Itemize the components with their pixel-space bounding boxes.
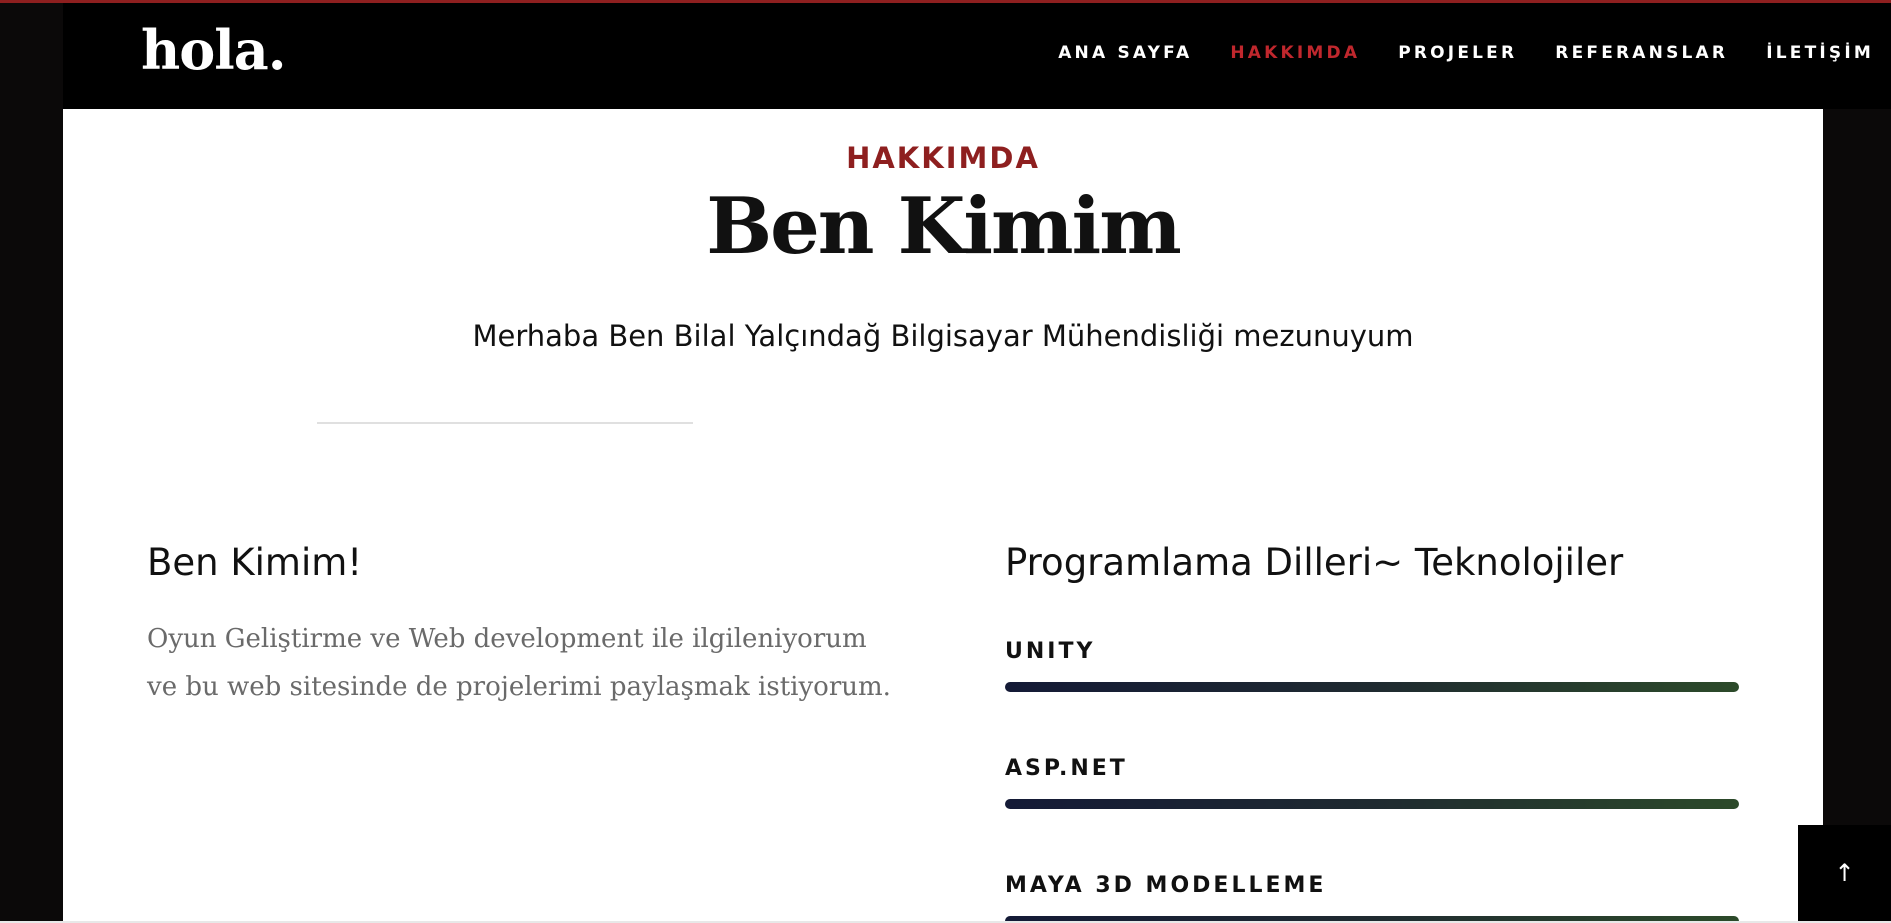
skill-bar-aspnet (1005, 799, 1739, 809)
section-subtitle: Merhaba Ben Bilal Yalçındağ Bilgisayar M… (472, 319, 1414, 353)
nav-item-referanslar[interactable]: REFERANSLAR (1555, 43, 1728, 63)
about-section: HAKKIMDA Ben Kimim Merhaba Ben Bilal Yal… (63, 109, 1823, 921)
about-text-line-2: ve bu web sitesinde de projelerimi payla… (147, 672, 891, 702)
top-navbar: hola. ANA SAYFA HAKKIMDA PROJELER REFERA… (63, 3, 1891, 109)
about-text-line-1: Oyun Geliştirme ve Web development ile i… (147, 624, 867, 654)
arrow-up-icon: ↑ (1834, 859, 1855, 887)
nav-item-hakkimda[interactable]: HAKKIMDA (1230, 43, 1360, 63)
skills-heading: Programlama Dilleri~ Teknolojiler (1005, 541, 1624, 584)
section-divider (317, 422, 693, 424)
back-to-top-button[interactable]: ↑ (1798, 825, 1891, 921)
section-title: Ben Kimim (706, 181, 1182, 272)
skill-bar-unity (1005, 682, 1739, 692)
right-dark-strip (1823, 3, 1891, 921)
skill-label-unity: UNITY (1005, 639, 1096, 664)
left-dark-strip (0, 3, 63, 921)
skill-label-maya: MAYA 3D MODELLEME (1005, 873, 1327, 898)
about-text: Oyun Geliştirme ve Web development ile i… (147, 615, 907, 711)
site-logo[interactable]: hola. (141, 23, 287, 77)
section-kicker: HAKKIMDA (846, 141, 1040, 175)
nav-item-ana-sayfa[interactable]: ANA SAYFA (1058, 43, 1192, 63)
about-heading: Ben Kimim! (147, 541, 363, 584)
nav-item-projeler[interactable]: PROJELER (1398, 43, 1517, 63)
nav-item-iletisim[interactable]: İLETİŞİM (1766, 43, 1874, 63)
main-nav: ANA SAYFA HAKKIMDA PROJELER REFERANSLAR … (1020, 43, 1874, 63)
skill-label-aspnet: ASP.NET (1005, 756, 1128, 781)
